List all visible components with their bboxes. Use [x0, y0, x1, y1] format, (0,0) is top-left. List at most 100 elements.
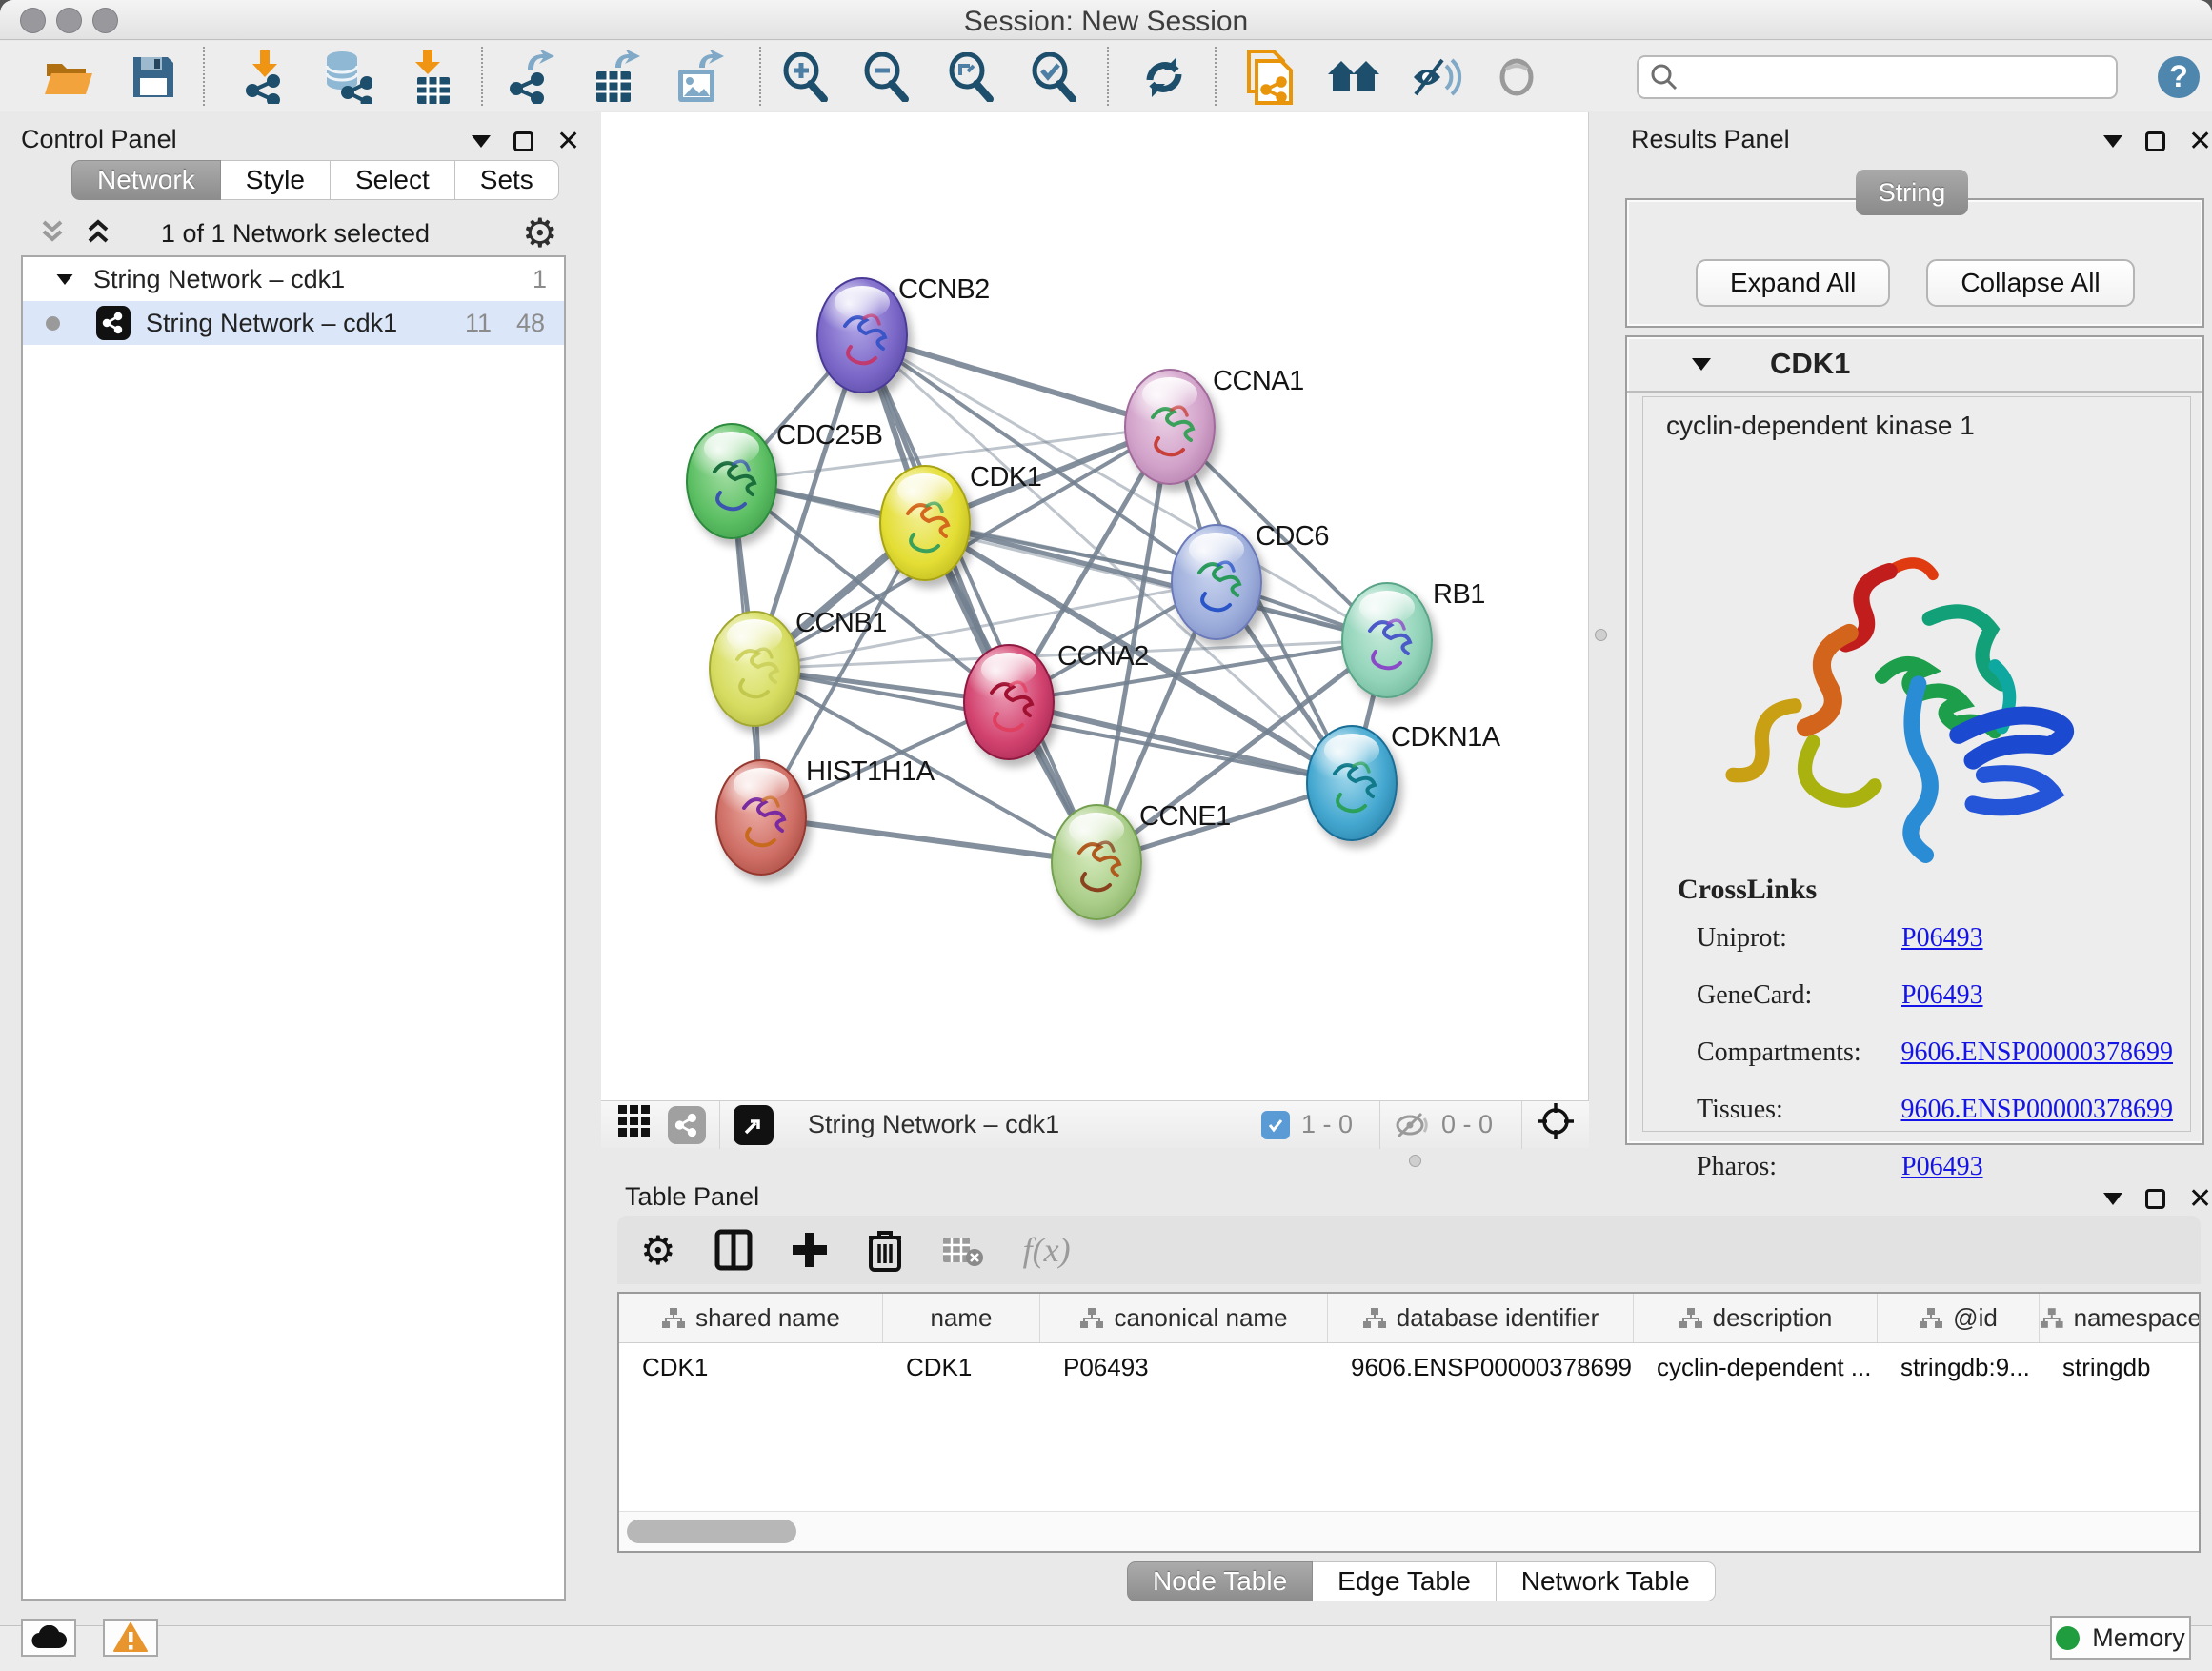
float-panel-icon[interactable]	[2145, 1189, 2165, 1209]
node-hist1h1a[interactable]	[715, 759, 807, 876]
column-header--id[interactable]: @id	[1878, 1294, 2040, 1342]
expand-all-button[interactable]: Expand All	[1696, 259, 1890, 307]
table-cell[interactable]: CDK1	[883, 1343, 1040, 1391]
collapse-panel-icon[interactable]	[2103, 135, 2122, 148]
tab-network[interactable]: Network	[71, 160, 221, 200]
open-folder-icon	[44, 56, 95, 98]
table-cell[interactable]: CDK1	[619, 1343, 883, 1391]
network-edge[interactable]	[761, 817, 1096, 862]
network-expand-all-icon[interactable]	[84, 217, 112, 251]
tab-string[interactable]: String	[1856, 170, 1968, 215]
network-collection-row[interactable]: String Network – cdk1 1	[23, 257, 564, 301]
node-cdc25b[interactable]	[686, 423, 777, 539]
node-ccne1[interactable]	[1051, 804, 1142, 920]
node-cdc6[interactable]	[1171, 524, 1262, 640]
cloud-status-button[interactable]	[21, 1619, 76, 1657]
tab-select[interactable]: Select	[331, 160, 455, 200]
node-ccnb1[interactable]	[709, 611, 800, 727]
node-cdkn1a[interactable]	[1306, 725, 1398, 841]
import-table-file-button[interactable]	[404, 50, 459, 105]
network-options-gear-icon[interactable]: ⚙	[522, 210, 558, 256]
network-row[interactable]: String Network – cdk1 11 48	[23, 301, 564, 345]
tab-network-table[interactable]: Network Table	[1497, 1561, 1716, 1601]
save-session-button[interactable]	[126, 50, 181, 105]
float-panel-icon[interactable]	[2145, 131, 2165, 151]
export-table-button[interactable]	[589, 50, 644, 105]
zoom-in-button[interactable]	[778, 50, 834, 105]
zoom-selected-button[interactable]	[1027, 50, 1082, 105]
network-view-icon[interactable]	[668, 1106, 706, 1144]
search-input[interactable]	[1679, 62, 2088, 93]
splitter-grip[interactable]	[1409, 1155, 1421, 1167]
memory-button[interactable]: Memory	[2050, 1616, 2191, 1660]
network-edge[interactable]	[862, 335, 1170, 427]
column-header-name[interactable]: name	[883, 1294, 1040, 1342]
birds-eye-view-icon[interactable]	[1536, 1101, 1576, 1148]
table-cell[interactable]: 9606.ENSP00000378699	[1328, 1343, 1634, 1391]
table-cell[interactable]: stringdb:9...	[1878, 1343, 2040, 1391]
crosslink-value[interactable]: P06493	[1901, 923, 1983, 954]
table-row[interactable]: CDK1CDK1P064939606.ENSP00000378699cyclin…	[619, 1343, 2199, 1391]
string-import-button[interactable]	[1242, 50, 1297, 105]
delete-column-trash-icon[interactable]	[867, 1228, 903, 1272]
network-edge[interactable]	[1009, 702, 1352, 783]
crosslink-label: GeneCard:	[1697, 980, 1901, 1011]
entry-expander-icon[interactable]	[1692, 358, 1711, 371]
scrollbar-thumb[interactable]	[627, 1520, 796, 1543]
table-settings-gear-icon[interactable]: ⚙	[640, 1227, 676, 1274]
crosslink-value[interactable]: P06493	[1901, 980, 1983, 1011]
node-ccnb2[interactable]	[816, 277, 908, 393]
node-rb1[interactable]	[1341, 582, 1433, 698]
column-header-database-identifier[interactable]: database identifier	[1328, 1294, 1634, 1342]
collapse-all-button[interactable]: Collapse All	[1926, 259, 2134, 307]
collapse-panel-icon[interactable]	[472, 135, 491, 148]
column-header-description[interactable]: description	[1634, 1294, 1878, 1342]
tree-expander-icon[interactable]	[55, 273, 74, 286]
eye-icon	[1493, 58, 1540, 96]
warning-status-button[interactable]	[103, 1619, 158, 1657]
crosslink-value[interactable]: 9606.ENSP00000378699	[1901, 1095, 2173, 1125]
show-column-panel-icon[interactable]	[714, 1229, 753, 1271]
tab-sets[interactable]: Sets	[455, 160, 559, 200]
tab-node-table[interactable]: Node Table	[1127, 1561, 1313, 1601]
network-collapse-all-icon[interactable]	[38, 217, 67, 251]
zoom-out-button[interactable]	[859, 50, 915, 105]
splitter-grip[interactable]	[1595, 629, 1607, 641]
float-panel-icon[interactable]	[513, 131, 533, 151]
selected-checkbox-icon[interactable]	[1261, 1111, 1290, 1139]
crosslink-value[interactable]: P06493	[1901, 1152, 1983, 1182]
node-ccna1[interactable]	[1124, 369, 1216, 485]
column-header-shared-name[interactable]: shared name	[619, 1294, 883, 1342]
column-header-namespace[interactable]: namespace	[2040, 1294, 2201, 1342]
table-cell[interactable]: stringdb	[2040, 1343, 2201, 1391]
string-home-button[interactable]	[1326, 50, 1381, 105]
import-network-file-button[interactable]	[237, 50, 292, 105]
table-cell[interactable]: P06493	[1040, 1343, 1328, 1391]
detach-view-icon[interactable]	[734, 1105, 774, 1145]
node-ccna2[interactable]	[963, 644, 1055, 760]
column-header-canonical-name[interactable]: canonical name	[1040, 1294, 1328, 1342]
import-network-database-button[interactable]	[318, 50, 373, 105]
apply-layout-button[interactable]	[1136, 50, 1192, 105]
export-image-button[interactable]	[672, 50, 727, 105]
network-canvas[interactable]: CCNB2 CCNA1 CDC25B CDK1 CDC6 RB1 CCNB1 C…	[601, 112, 1589, 1100]
tab-edge-table[interactable]: Edge Table	[1313, 1561, 1497, 1601]
grid-view-icon[interactable]	[616, 1103, 653, 1146]
close-panel-icon[interactable]: ✕	[556, 131, 580, 151]
zoom-fit-button[interactable]	[944, 50, 999, 105]
table-cell[interactable]: cyclin-dependent ...	[1634, 1343, 1878, 1391]
close-panel-icon[interactable]: ✕	[2188, 1189, 2212, 1209]
export-network-button[interactable]	[504, 50, 559, 105]
open-session-button[interactable]	[42, 50, 97, 105]
crosslink-value[interactable]: 9606.ENSP00000378699	[1901, 1037, 2173, 1068]
node-cdk1[interactable]	[879, 465, 971, 581]
protein-entry-header[interactable]: CDK1	[1627, 337, 2202, 393]
collapse-panel-icon[interactable]	[2103, 1193, 2122, 1205]
tab-style[interactable]: Style	[221, 160, 331, 200]
hide-glass-button[interactable]	[1409, 50, 1464, 105]
close-panel-icon[interactable]: ✕	[2188, 131, 2212, 151]
show-glass-button[interactable]	[1489, 50, 1544, 105]
add-column-icon[interactable]	[791, 1229, 829, 1271]
horizontal-scrollbar[interactable]	[619, 1511, 2199, 1551]
help-button[interactable]: ?	[2151, 50, 2206, 105]
